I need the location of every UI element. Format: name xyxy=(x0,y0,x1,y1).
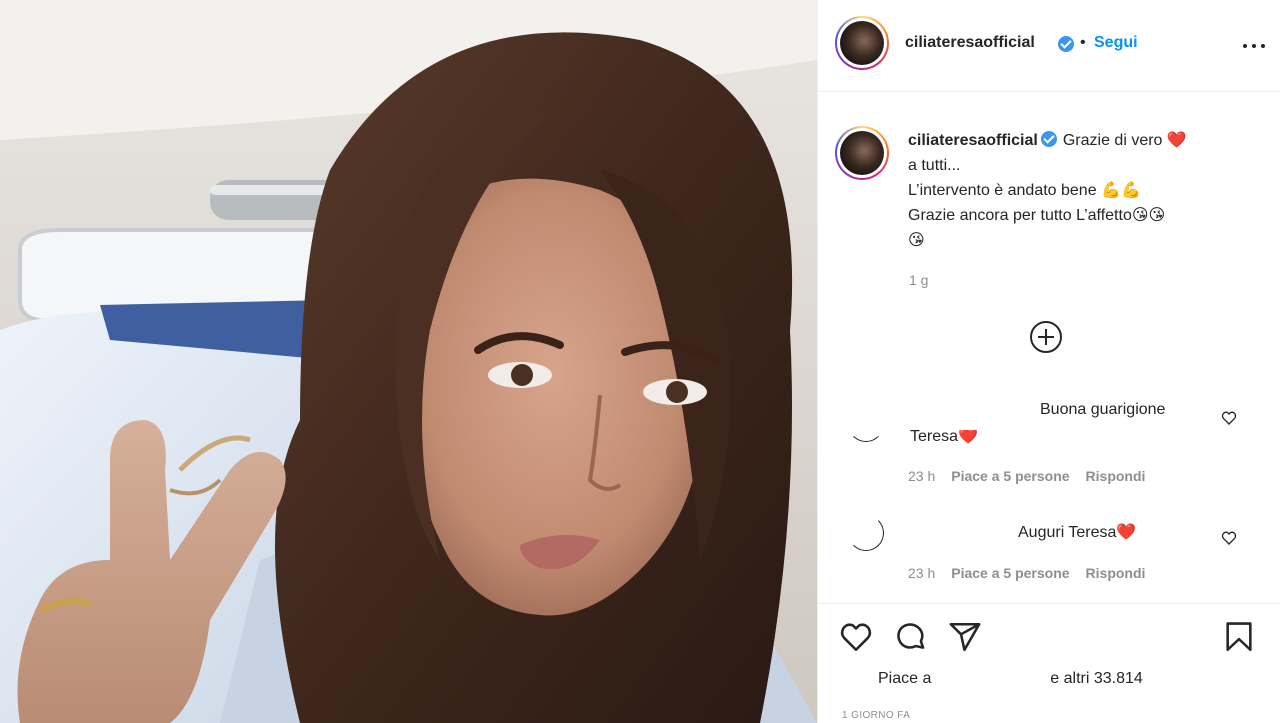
comment-meta: 23 h Piace a 5 persone Rispondi xyxy=(908,468,1161,484)
comment-like-icon[interactable] xyxy=(1221,530,1237,546)
comment-likes-count[interactable]: Piace a 5 persone xyxy=(951,468,1069,484)
verified-icon xyxy=(1058,36,1074,52)
comment-icon[interactable] xyxy=(894,620,928,654)
comment-likes-count[interactable]: Piace a 5 persone xyxy=(951,565,1069,581)
comment-time[interactable]: 23 h xyxy=(908,468,935,484)
comment-like-icon[interactable] xyxy=(1221,410,1237,426)
likes-overlay xyxy=(932,664,1044,692)
post-side-panel: ciliateresaofficial • Segui ciliateresao… xyxy=(817,0,1280,723)
follow-button[interactable]: Segui xyxy=(1094,34,1138,52)
caption-time[interactable]: 1 g xyxy=(909,272,928,288)
likes-count: e altri 33.814 xyxy=(1050,670,1143,687)
author-username[interactable]: ciliateresaofficial xyxy=(905,34,1035,52)
post-actions: Piace a e altri 33.814 1 GIORNO FA xyxy=(818,603,1280,723)
likes-prefix: Piace a xyxy=(878,670,932,687)
author-avatar[interactable] xyxy=(835,16,889,70)
post-header: ciliateresaofficial • Segui xyxy=(818,0,1280,92)
post-photo[interactable] xyxy=(0,0,817,723)
comment-text-line1: Buona guarigione xyxy=(1040,401,1166,418)
load-more-comments-plus-icon[interactable] xyxy=(1030,321,1062,353)
caption-username[interactable]: ciliateresaofficial xyxy=(908,132,1038,149)
comment-avatar[interactable] xyxy=(848,406,884,442)
post-date[interactable]: 1 GIORNO FA xyxy=(842,710,910,721)
post-caption: ciliateresaofficial Grazie di vero ❤️ a t… xyxy=(908,128,1248,253)
comment-text-line1: Auguri Teresa❤️ xyxy=(1018,524,1137,541)
comment-meta: 23 h Piace a 5 persone Rispondi xyxy=(908,565,1161,581)
separator-dot: • xyxy=(1080,34,1086,51)
share-icon[interactable] xyxy=(948,620,982,654)
verified-icon xyxy=(1040,131,1057,147)
more-icon[interactable] xyxy=(1243,36,1265,56)
selfie-image xyxy=(0,0,817,723)
comment-reply-button[interactable]: Rispondi xyxy=(1086,468,1146,484)
caption-avatar[interactable] xyxy=(835,126,889,180)
comment-text-line2: Teresa❤️ xyxy=(910,428,978,445)
comment-reply-button[interactable]: Rispondi xyxy=(1086,565,1146,581)
save-icon[interactable] xyxy=(1222,620,1256,654)
caption-text: Grazie di vero ❤️ a tutti... L’intervent… xyxy=(908,132,1187,249)
like-icon[interactable] xyxy=(839,620,873,654)
post-viewer: ciliateresaofficial • Segui ciliateresao… xyxy=(0,0,1280,723)
comment-avatar[interactable] xyxy=(848,515,884,551)
comment-time[interactable]: 23 h xyxy=(908,565,935,581)
